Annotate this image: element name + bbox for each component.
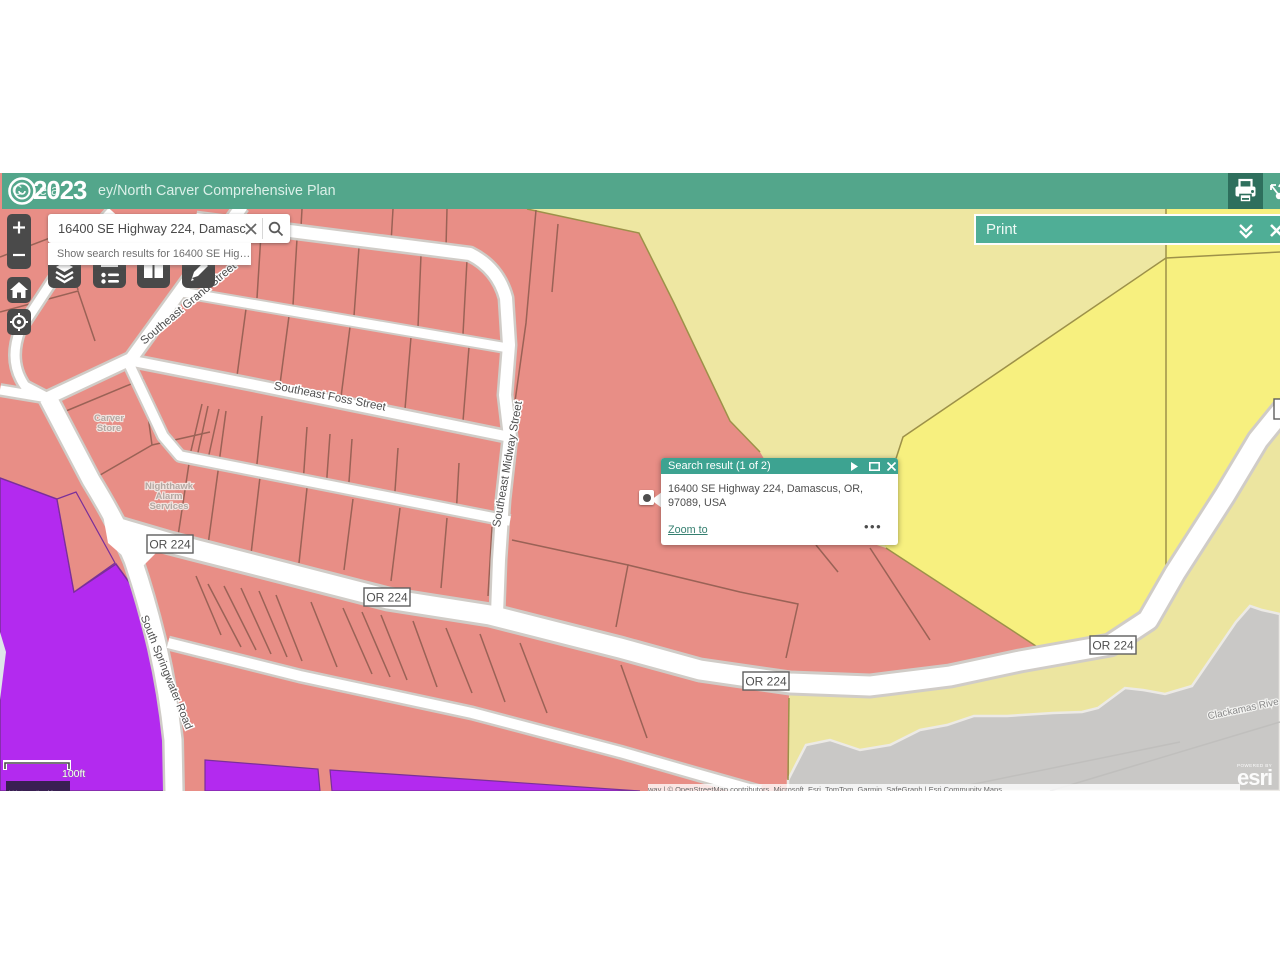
svg-text:OR 224: OR 224 (366, 591, 408, 605)
svg-text:OR 224: OR 224 (149, 538, 191, 552)
svg-text:100ft: 100ft (62, 768, 85, 780)
svg-text:OR 224: OR 224 (1092, 639, 1134, 653)
svg-text:Services: Services (149, 501, 188, 512)
svg-text:OR 224: OR 224 (745, 675, 787, 689)
svg-text:Store: Store (97, 423, 121, 434)
